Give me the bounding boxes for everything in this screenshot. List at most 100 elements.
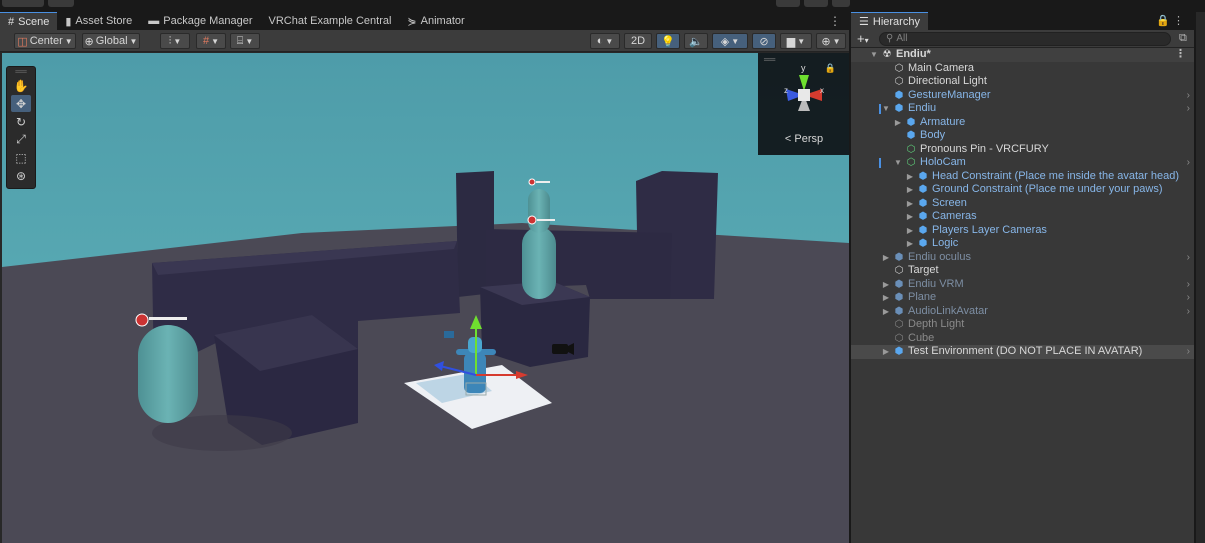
hierarchy-item[interactable]: ▶ ⬢ AudioLinkAvatar › <box>851 305 1194 319</box>
projection-toggle[interactable]: < Persp <box>758 133 849 145</box>
increment-snap-button[interactable]: ⌸ ▼ <box>230 33 260 49</box>
hierarchy-item[interactable]: ▶ ⬢ Players Layer Cameras <box>851 224 1194 238</box>
hierarchy-item[interactable]: ⬢ GestureManager › <box>851 89 1194 103</box>
hierarchy-item-label: GestureManager <box>908 88 991 101</box>
hierarchy-item[interactable]: ▶ ⬢ Head Constraint (Place me inside the a… <box>851 170 1194 184</box>
account-button[interactable] <box>2 0 44 7</box>
hierarchy-item[interactable]: ▼ ⬡ HoloCam › <box>851 156 1194 170</box>
hierarchy-item-label: Logic <box>932 237 959 249</box>
hierarchy-item[interactable]: ▶ ⬢ Armature <box>851 116 1194 130</box>
hierarchy-item[interactable]: ▶ ⬢ Ground Constraint (Place me under your… <box>851 183 1194 197</box>
pivot-dropdown[interactable]: ◫ Center ▼ <box>14 33 76 49</box>
move-tool-button[interactable]: ✥ <box>11 95 31 112</box>
rotate-tool-button[interactable]: ↻ <box>11 113 31 130</box>
prefab-icon: ⬢ <box>918 197 928 209</box>
hierarchy-item[interactable]: ⬡ Target <box>851 264 1194 278</box>
camera-dropdown[interactable]: ▆ ▼ <box>780 33 812 49</box>
chevron-right-icon[interactable]: › <box>1187 89 1190 103</box>
transform-tool-button[interactable]: ⊛ <box>11 167 31 184</box>
foldout-closed-icon[interactable]: ▶ <box>905 170 915 184</box>
foldout-open-icon[interactable]: ▼ <box>869 48 879 62</box>
hidden-objects-toggle[interactable]: ⊘ <box>752 33 776 49</box>
hierarchy-item[interactable]: ⬡ Cube <box>851 332 1194 346</box>
hierarchy-item[interactable]: ▶ ⬢ Test Environment (DO NOT PLACE IN AVAT… <box>851 345 1194 359</box>
foldout-closed-icon[interactable]: ▶ <box>881 251 891 265</box>
globe-icon: ⊕ <box>84 35 94 48</box>
tab-scene[interactable]: # Scene <box>0 12 58 30</box>
chevron-right-icon[interactable]: › <box>1187 251 1190 265</box>
more-options-icon[interactable]: ⋮ <box>1175 48 1186 62</box>
chevron-right-icon[interactable]: › <box>1187 102 1190 116</box>
tab-animator[interactable]: ⋟ Animator <box>399 12 472 30</box>
move-icon: ✥ <box>15 96 27 111</box>
hierarchy-item[interactable]: ▶ ⬢ Logic <box>851 237 1194 251</box>
gizmo-y-label: y <box>801 63 806 73</box>
chevron-right-icon[interactable]: › <box>1187 291 1190 305</box>
chevron-right-icon[interactable]: › <box>1187 345 1190 359</box>
foldout-closed-icon[interactable]: ▶ <box>905 197 915 211</box>
scene-viewport[interactable]: ══ ✋ ✥ ↻ ⤢ ⬚ ⊛ ══ 🔒 y x z < Persp <box>2 53 849 543</box>
foldout-closed-icon[interactable]: ▶ <box>881 278 891 292</box>
hierarchy-item[interactable]: ⬡ Depth Light <box>851 318 1194 332</box>
effects-dropdown[interactable]: ◈ ▼ <box>712 33 748 49</box>
chevron-right-icon[interactable]: › <box>1187 156 1190 170</box>
rect-tool-button[interactable]: ⬚ <box>11 149 31 166</box>
hierarchy-item[interactable]: ⬡ Pronouns Pin - VRCFURY <box>851 143 1194 157</box>
foldout-open-icon[interactable]: ▼ <box>881 102 891 116</box>
create-button[interactable]: +▾ <box>851 31 879 46</box>
tab-package-manager[interactable]: ▬ Package Manager <box>140 12 260 30</box>
prefab-icon: ⬢ <box>918 238 928 249</box>
foldout-closed-icon[interactable]: ▶ <box>905 224 915 238</box>
pause-button[interactable] <box>804 0 828 7</box>
foldout-closed-icon[interactable]: ▶ <box>905 237 915 251</box>
grid-visibility-button[interactable]: # ▼ <box>196 33 226 49</box>
chevron-down-icon: ▼ <box>173 36 182 46</box>
scene-visibility-icon[interactable]: ⧉ <box>1179 32 1187 45</box>
camera-gizmo-small <box>444 331 454 338</box>
gameobject-icon: ⬡ <box>894 332 904 344</box>
draw-mode-button[interactable]: ◐ ▼ <box>590 33 620 49</box>
chevron-right-icon[interactable]: › <box>1187 278 1190 292</box>
hierarchy-search-input[interactable]: ⚲ All <box>879 31 1171 46</box>
chevron-right-icon[interactable]: › <box>1187 305 1190 319</box>
prefab-icon: ⬢ <box>906 130 916 141</box>
foldout-closed-icon[interactable]: ▶ <box>881 291 891 305</box>
hierarchy-item[interactable]: ⬡ Directional Light <box>851 75 1194 89</box>
foldout-closed-icon[interactable]: ▶ <box>905 210 915 224</box>
foldout-closed-icon[interactable]: ▶ <box>905 183 915 197</box>
tab-asset-store[interactable]: ▮ Asset Store <box>57 12 140 30</box>
menu-icon[interactable]: ⋮ <box>1173 15 1184 27</box>
lock-icon[interactable]: 🔒 <box>1156 15 1170 27</box>
hierarchy-item[interactable]: ⬡ Main Camera <box>851 62 1194 76</box>
space-dropdown[interactable]: ⊕ Global ▼ <box>82 33 140 49</box>
hierarchy-item[interactable]: ▼ ⬢ Endiu › <box>851 102 1194 116</box>
foldout-closed-icon[interactable]: ▶ <box>881 345 891 359</box>
orientation-gizmo[interactable]: ══ 🔒 y x z < Persp <box>758 53 849 155</box>
gizmos-dropdown[interactable]: ⊕ ▼ <box>816 33 846 49</box>
hierarchy-item[interactable]: ▼ ☢ Endiu* ⋮ <box>851 48 1194 62</box>
hierarchy-item[interactable]: ▶ ⬢ Plane › <box>851 291 1194 305</box>
foldout-open-icon[interactable]: ▼ <box>893 156 903 170</box>
scene-tab-menu-icon[interactable]: ⋮ <box>829 14 841 28</box>
hierarchy-item[interactable]: ▶ ⬢ Endiu oculus › <box>851 251 1194 265</box>
prefab-icon: ⬢ <box>918 184 928 195</box>
hierarchy-item[interactable]: ⬢ Body <box>851 129 1194 143</box>
hierarchy-item[interactable]: ▶ ⬢ Cameras <box>851 210 1194 224</box>
hierarchy-item[interactable]: ▶ ⬢ Endiu VRM › <box>851 278 1194 292</box>
foldout-closed-icon[interactable]: ▶ <box>881 305 891 319</box>
lighting-toggle[interactable]: 💡 <box>656 33 680 49</box>
tab-vrchat-example-central[interactable]: VRChat Example Central <box>261 12 400 30</box>
hierarchy-tab-label: Hierarchy <box>872 15 920 28</box>
scale-tool-button[interactable]: ⤢ <box>11 131 31 148</box>
step-button[interactable] <box>832 0 850 7</box>
foldout-closed-icon[interactable]: ▶ <box>893 116 903 130</box>
hierarchy-item[interactable]: ▶ ⬢ Screen <box>851 197 1194 211</box>
hierarchy-item-label: Endiu VRM <box>908 277 964 290</box>
audio-toggle[interactable]: 🔈 <box>684 33 708 49</box>
hand-tool-button[interactable]: ✋ <box>11 77 31 94</box>
grid-snap-button[interactable]: ⫶ ▼ <box>160 33 190 49</box>
2d-toggle[interactable]: 2D <box>624 33 652 49</box>
play-button[interactable] <box>776 0 800 7</box>
cloud-button[interactable] <box>48 0 74 7</box>
tab-hierarchy[interactable]: ☰ Hierarchy <box>851 12 928 30</box>
